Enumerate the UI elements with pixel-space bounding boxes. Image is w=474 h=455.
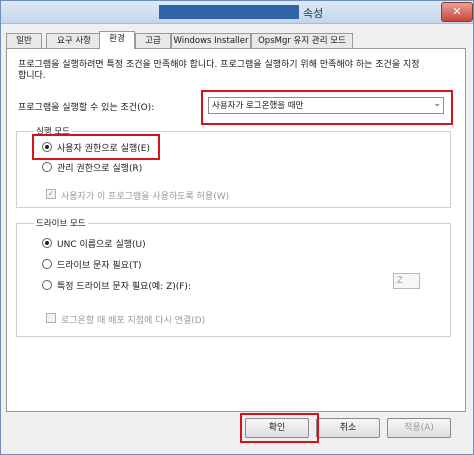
tab-general[interactable]: 일반 — [6, 33, 42, 48]
radio-drive-letter-required[interactable] — [42, 259, 52, 269]
radio-unc-name[interactable] — [42, 238, 52, 248]
radio-specific-drive-letter[interactable] — [42, 280, 52, 290]
allow-interact-label: 사용자가 이 프로그램을 사용하도록 허용(W) — [61, 192, 230, 202]
drive-letter-field[interactable]: Z — [393, 273, 420, 289]
tab-environment[interactable]: 환경 — [99, 31, 135, 49]
radio-run-as-admin[interactable] — [42, 162, 52, 172]
tab-advanced[interactable]: 고급 — [135, 33, 171, 48]
title-bar: 속성 ✕ — [1, 1, 473, 24]
close-icon: ✕ — [452, 5, 462, 18]
apply-button[interactable]: 적용(A) — [387, 418, 451, 438]
radio-drive-letter-required-label[interactable]: 드라이브 문자 필요(T) — [57, 258, 141, 271]
highlight-run-as-user — [32, 134, 160, 160]
tab-windows-installer[interactable]: Windows Installer — [171, 33, 251, 48]
highlight-condition-dropdown — [201, 90, 453, 125]
highlight-ok-button — [240, 413, 319, 443]
allow-interact-checkbox[interactable]: ✓ — [46, 189, 56, 199]
description-line-1: 프로그램을 실행하려면 특정 조건을 만족해야 합니다. 프로그램을 실행하기 … — [18, 60, 420, 70]
condition-label: 프로그램을 실행할 수 있는 조건(O): — [18, 103, 155, 113]
description-line-2: 합니다. — [18, 71, 46, 81]
radio-unc-name-label[interactable]: UNC 이름으로 실행(U) — [57, 237, 146, 250]
tab-requirements[interactable]: 요구 사항 — [46, 33, 102, 48]
reconnect-checkbox[interactable] — [46, 313, 56, 323]
cancel-button[interactable]: 취소 — [316, 418, 380, 438]
window-title: 속성 — [303, 7, 324, 20]
reconnect-label: 로그온할 때 배포 지점에 다시 연결(D) — [61, 316, 206, 326]
redacted-title-block — [159, 5, 299, 19]
close-button[interactable]: ✕ — [441, 2, 473, 22]
radio-specific-drive-letter-label[interactable]: 특정 드라이브 문자 필요(예: Z)(F): — [57, 279, 191, 292]
tab-opsmgr-maintenance[interactable]: OpsMgr 유지 관리 모드 — [251, 33, 353, 48]
drive-mode-group-label: 드라이브 모드 — [34, 217, 88, 229]
radio-run-as-admin-label[interactable]: 관리 권한으로 실행(R) — [57, 161, 142, 174]
